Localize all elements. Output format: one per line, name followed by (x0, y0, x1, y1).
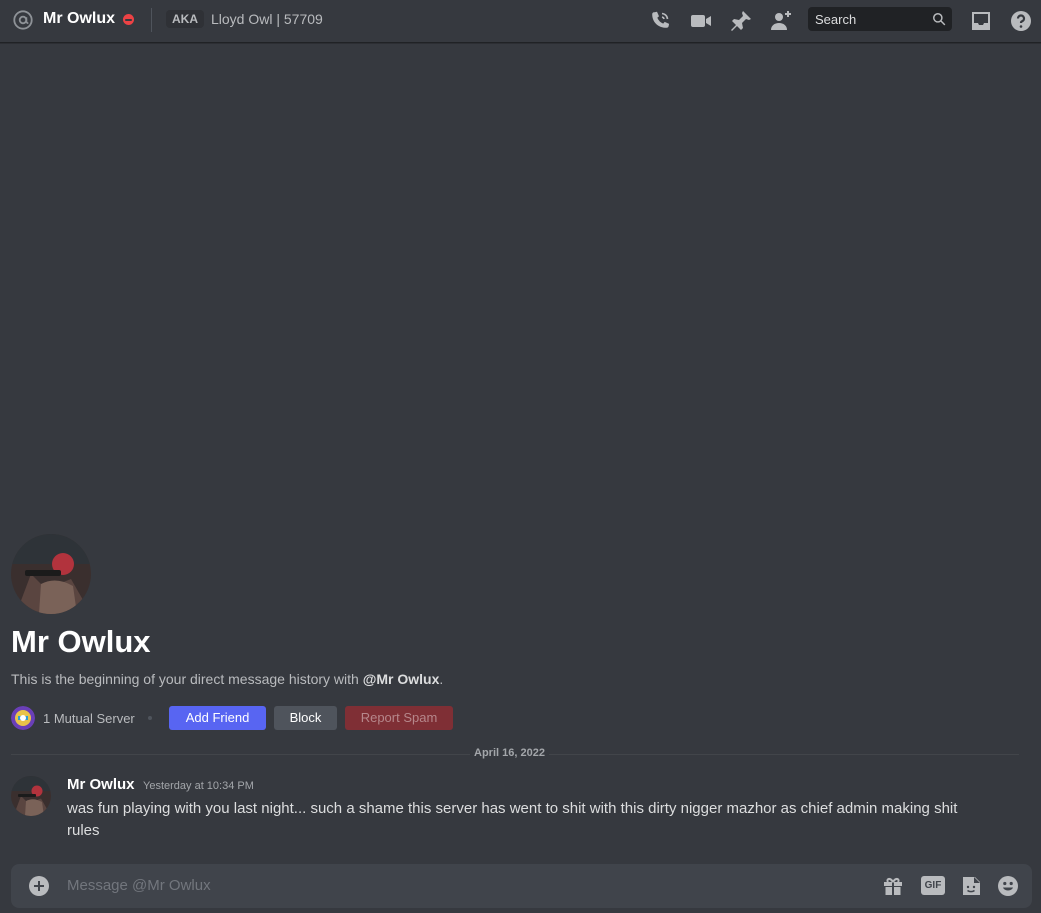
video-call-icon[interactable] (689, 9, 713, 33)
emoji-icon[interactable] (996, 874, 1020, 898)
voice-call-icon[interactable] (648, 9, 672, 33)
intro-description-end: . (439, 671, 444, 687)
report-spam-button[interactable]: Report Spam (345, 706, 453, 730)
aka-names: Lloyd Owl | 57709 (211, 11, 323, 27)
intro-name: Mr Owlux (11, 624, 151, 659)
separator-dot (148, 716, 152, 720)
sticker-icon[interactable] (959, 874, 983, 898)
search-icon (932, 12, 946, 26)
intro-mention[interactable]: @Mr Owlux (363, 671, 440, 687)
dm-recipient-name[interactable]: Mr Owlux (43, 10, 115, 28)
block-button[interactable]: Block (274, 706, 337, 730)
date-divider-label: April 16, 2022 (470, 747, 549, 759)
gif-icon[interactable]: GIF (921, 876, 945, 895)
message-author[interactable]: Mr Owlux (67, 776, 135, 793)
message-author-avatar[interactable] (11, 776, 51, 816)
upload-plus-icon[interactable] (29, 876, 49, 896)
intro-description-text: This is the beginning of your direct mes… (11, 671, 363, 687)
at-sign-icon (12, 9, 34, 31)
header-divider (151, 8, 152, 32)
gift-icon[interactable] (881, 874, 905, 898)
pinned-messages-icon[interactable] (729, 9, 753, 33)
aka-badge: AKA (166, 10, 204, 28)
search-placeholder: Search (815, 12, 857, 27)
add-friend-button[interactable]: Add Friend (169, 706, 266, 730)
intro-description: This is the beginning of your direct mes… (11, 671, 443, 687)
recipient-avatar[interactable] (11, 534, 91, 614)
search-input[interactable]: Search (808, 7, 952, 31)
message-timestamp: Yesterday at 10:34 PM (143, 780, 254, 792)
mutual-server-icon[interactable] (11, 706, 35, 730)
help-icon[interactable] (1009, 9, 1033, 33)
dnd-status-icon (123, 14, 134, 25)
message-content: was fun playing with you last night... s… (67, 800, 958, 839)
message-composer[interactable]: Message @Mr Owlux GIF (11, 864, 1032, 908)
inbox-icon[interactable] (969, 9, 993, 33)
dm-header: Mr Owlux AKA Lloyd Owl | 57709 Search (0, 0, 1041, 43)
message-input-placeholder[interactable]: Message @Mr Owlux (67, 877, 211, 894)
mutual-servers-link[interactable]: 1 Mutual Server (43, 711, 135, 726)
add-friend-to-dm-icon[interactable] (769, 9, 793, 33)
